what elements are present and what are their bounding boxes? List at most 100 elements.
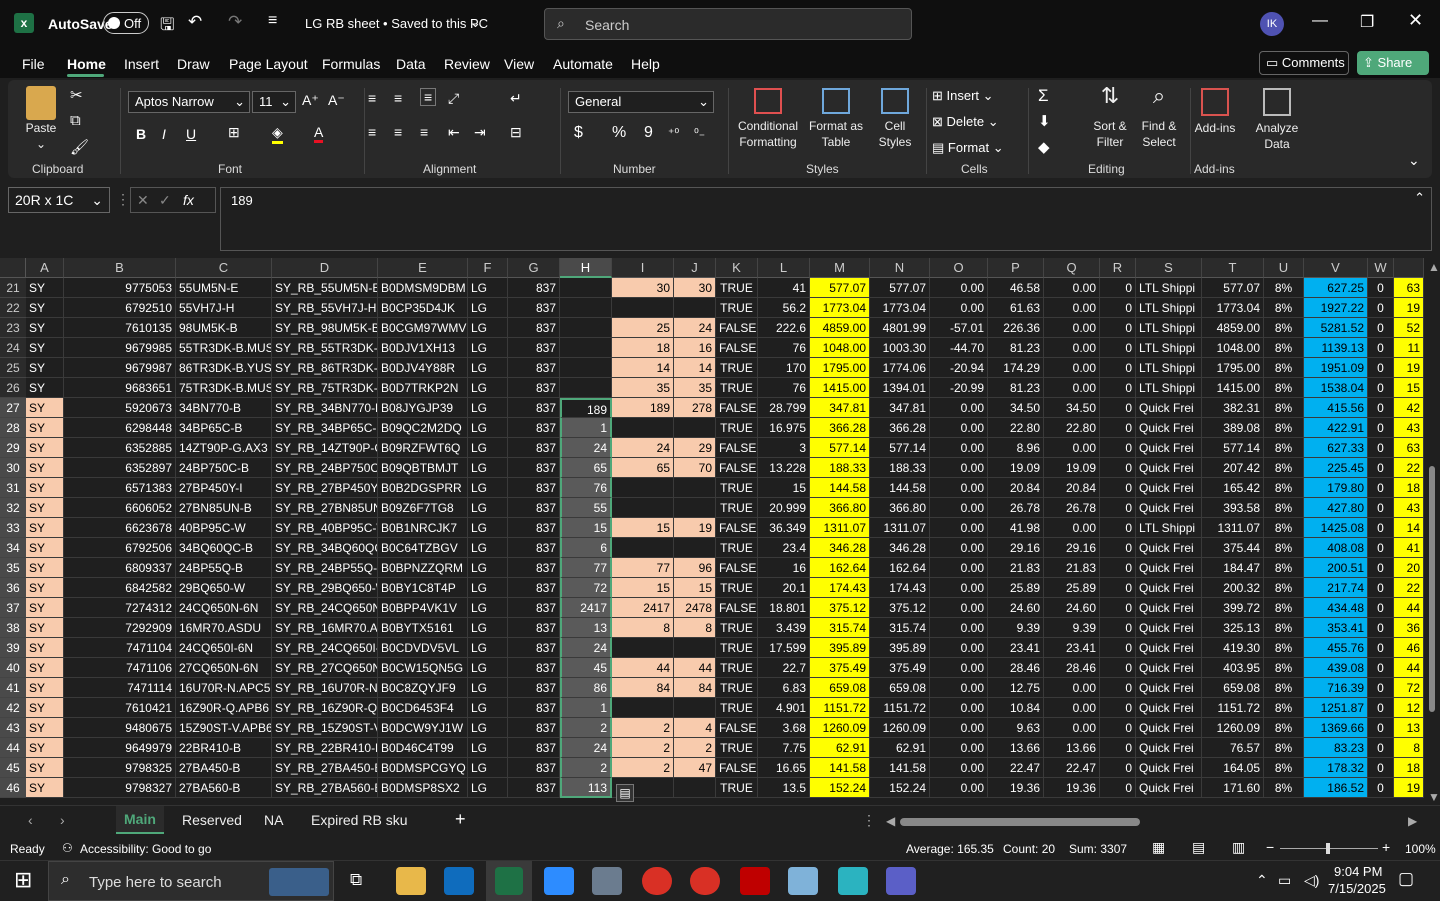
table-cell[interactable]: LG [468,738,508,758]
table-cell[interactable]: 188.33 [870,458,930,478]
teams-icon[interactable] [886,867,916,895]
table-cell[interactable]: 46.58 [988,278,1044,298]
table-cell[interactable]: TRUE [716,618,758,638]
table-cell[interactable]: LG [468,538,508,558]
table-cell[interactable]: 8% [1264,718,1304,738]
conditional-formatting-button[interactable]: Conditional Formatting [734,88,802,150]
format-cells-button[interactable]: ▤ Format ⌄ [932,140,1004,156]
table-cell[interactable]: 659.08 [810,678,870,698]
table-cell[interactable]: 577.07 [870,278,930,298]
table-cell[interactable]: 1139.13 [1304,338,1368,358]
table-cell[interactable]: 408.08 [1304,538,1368,558]
table-cell[interactable]: 13 [560,618,612,638]
table-cell[interactable]: LG [468,778,508,798]
table-cell[interactable]: 0 [1100,698,1136,718]
table-cell[interactable]: 6.83 [758,678,810,698]
table-cell[interactable]: 6792506 [64,538,176,558]
table-cell[interactable]: 0 [1368,398,1394,418]
outlook-icon[interactable] [444,867,474,895]
table-cell[interactable]: 14 [1394,518,1424,538]
tab-view[interactable]: View [504,56,534,72]
table-cell[interactable]: 7.75 [758,738,810,758]
table-cell[interactable]: 21.83 [988,558,1044,578]
table-cell[interactable]: 837 [508,438,560,458]
table-cell[interactable]: 18.801 [758,598,810,618]
table-cell[interactable]: SY [26,618,64,638]
table-cell[interactable]: SY [26,478,64,498]
table-cell[interactable]: SY [26,538,64,558]
tab-help[interactable]: Help [631,56,660,72]
table-cell[interactable]: 382.31 [1202,398,1264,418]
table-cell[interactable]: Quick Frei [1136,598,1202,618]
table-cell[interactable]: 0.00 [930,518,988,538]
tab-draw[interactable]: Draw [177,56,210,72]
table-cell[interactable]: TRUE [716,738,758,758]
column-header[interactable]: P [988,258,1044,278]
table-cell[interactable]: 29.16 [1044,538,1100,558]
table-cell[interactable]: 72 [560,578,612,598]
table-cell[interactable]: SY_RB_40BP95C-W [272,518,378,538]
table-cell[interactable]: 716.39 [1304,678,1368,698]
increase-indent-icon[interactable]: ⇥ [474,124,486,141]
table-cell[interactable]: 24 [560,738,612,758]
table-cell[interactable]: 6 [560,538,612,558]
table-cell[interactable] [560,278,612,298]
table-cell[interactable] [560,358,612,378]
table-cell[interactable]: LG [468,758,508,778]
table-cell[interactable]: LG [468,718,508,738]
table-cell[interactable]: 4 [674,718,716,738]
row-header[interactable]: 30 [0,458,26,478]
decrease-font-icon[interactable]: A⁻ [328,92,345,109]
row-header[interactable]: 37 [0,598,26,618]
table-cell[interactable]: 0 [1368,278,1394,298]
format-as-table-button[interactable]: Format as Table [806,88,866,150]
table-cell[interactable]: 141.58 [870,758,930,778]
table-cell[interactable]: 0 [1100,418,1136,438]
table-cell[interactable]: 20.1 [758,578,810,598]
table-cell[interactable]: 8% [1264,578,1304,598]
table-cell[interactable]: SY_RB_55VH7J-H [272,298,378,318]
table-cell[interactable]: 84 [612,678,674,698]
save-icon[interactable]: 🖫 [160,12,174,41]
row-header[interactable]: 22 [0,298,26,318]
table-cell[interactable]: 24BP55Q-B [176,558,272,578]
table-cell[interactable]: 25.89 [988,578,1044,598]
table-cell[interactable]: 1773.04 [810,298,870,318]
row-header[interactable]: 31 [0,478,26,498]
table-cell[interactable]: 9.39 [1044,618,1100,638]
table-cell[interactable]: 19 [674,518,716,538]
hscroll-right-icon[interactable]: ▶ [1408,814,1417,828]
table-cell[interactable]: 29 [674,438,716,458]
table-cell[interactable]: B0B1NRCJK7 [378,518,468,538]
column-header[interactable]: O [930,258,988,278]
table-cell[interactable]: B0BPNZZQRM [378,558,468,578]
table-cell[interactable]: 98UM5K-B [176,318,272,338]
table-cell[interactable]: 0 [1100,598,1136,618]
table-cell[interactable]: 23.41 [988,638,1044,658]
table-cell[interactable]: 455.76 [1304,638,1368,658]
normal-view-icon[interactable]: ▦ [1152,839,1165,856]
windows-start-icon[interactable]: ⊞ [14,867,32,893]
table-cell[interactable]: 8% [1264,658,1304,678]
table-cell[interactable]: Quick Frei [1136,758,1202,778]
table-cell[interactable]: TRUE [716,538,758,558]
table-cell[interactable]: 0.00 [1044,378,1100,398]
table-cell[interactable]: 8% [1264,518,1304,538]
table-cell[interactable]: 76 [560,478,612,498]
table-cell[interactable]: 0 [1368,458,1394,478]
table-cell[interactable]: 1003.30 [870,338,930,358]
table-cell[interactable]: 0 [1100,358,1136,378]
table-cell[interactable]: 22.80 [988,418,1044,438]
table-cell[interactable]: SY [26,318,64,338]
table-cell[interactable]: 15 [612,518,674,538]
table-cell[interactable]: Quick Frei [1136,678,1202,698]
table-cell[interactable]: TRUE [716,578,758,598]
table-cell[interactable]: 0.00 [930,598,988,618]
table-cell[interactable]: 7610135 [64,318,176,338]
table-cell[interactable]: 24CQ650I-6N [176,638,272,658]
table-cell[interactable]: 393.58 [1202,498,1264,518]
zoom-slider[interactable] [1280,843,1378,854]
table-cell[interactable]: 55TR3DK-B.MUS [176,338,272,358]
table-cell[interactable]: TRUE [716,678,758,698]
table-cell[interactable]: FALSE [716,718,758,738]
